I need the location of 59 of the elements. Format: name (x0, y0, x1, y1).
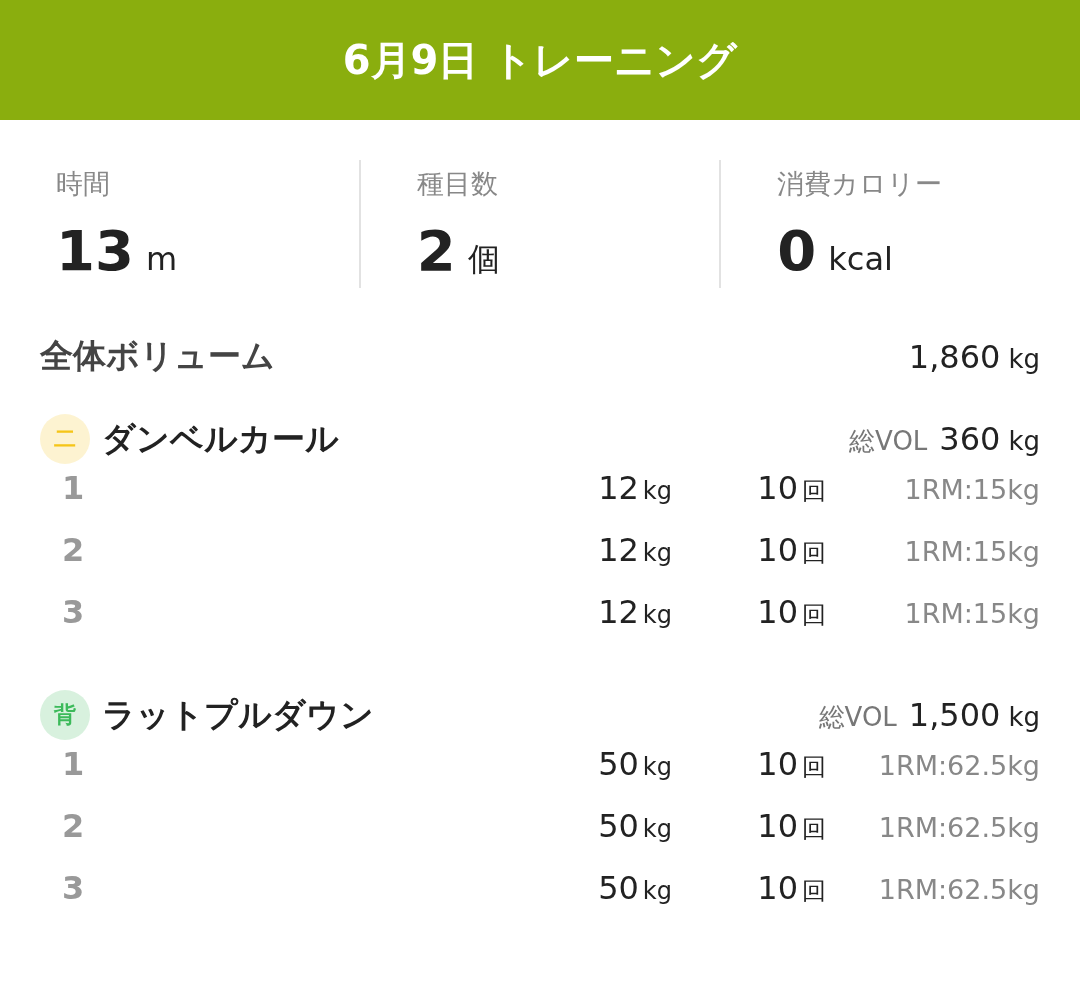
set-number: 1 (62, 469, 86, 507)
reps-value: 10 (757, 745, 798, 783)
stat-value: 2 (416, 218, 456, 283)
reps-value: 10 (757, 593, 798, 631)
weight-unit: kg (642, 877, 672, 905)
reps-unit: 回 (802, 876, 826, 907)
weight-value: 12 (598, 469, 639, 507)
weight-unit: kg (642, 753, 672, 781)
stat-unit: m (145, 240, 178, 278)
volume-unit: kg (1008, 701, 1040, 732)
weight-unit: kg (642, 815, 672, 843)
reps-unit: 回 (802, 538, 826, 569)
stat-label: 時間 (56, 167, 111, 201)
page-title: 6月9日 トレーニング (342, 35, 738, 85)
muscle-badge: 背 (40, 690, 90, 740)
stat-value: 0 (777, 218, 817, 283)
stat-unit: 個 (467, 239, 500, 280)
set-number: 3 (62, 593, 86, 631)
weight-unit: kg (642, 601, 672, 629)
weight-value: 12 (598, 593, 639, 631)
stat-label: 種目数 (416, 167, 499, 201)
reps-value: 10 (757, 807, 798, 845)
weight-value: 50 (598, 745, 639, 783)
weight-value: 50 (598, 869, 639, 907)
one-rep-max: 1RM:15kg (904, 536, 1040, 567)
set-number: 2 (62, 807, 86, 845)
stat-value: 13 (56, 218, 134, 283)
reps-unit: 回 (802, 752, 826, 783)
reps-unit: 回 (802, 814, 826, 845)
one-rep-max: 1RM:15kg (904, 474, 1040, 505)
volume-unit: kg (1008, 425, 1040, 456)
volume-label: 総VOL (849, 424, 928, 458)
weight-value: 50 (598, 807, 639, 845)
total-volume-unit: kg (1008, 343, 1040, 374)
one-rep-max: 1RM:62.5kg (878, 750, 1040, 781)
weight-unit: kg (642, 539, 672, 567)
volume-label: 総VOL (818, 700, 897, 734)
exercise-name: ラットプルダウン (102, 693, 374, 736)
volume-value: 1,500 (908, 695, 1001, 734)
reps-value: 10 (757, 531, 798, 569)
set-number: 2 (62, 531, 86, 569)
total-volume-label: 全体ボリューム (40, 335, 275, 377)
stat-label: 消費カロリー (777, 167, 944, 201)
total-volume-value: 1,860 (908, 337, 1001, 376)
set-number: 1 (62, 745, 86, 783)
reps-unit: 回 (802, 476, 826, 507)
one-rep-max: 1RM:15kg (904, 598, 1040, 629)
one-rep-max: 1RM:62.5kg (878, 812, 1040, 843)
muscle-badge: 二 (40, 414, 90, 464)
volume-value: 360 (939, 419, 1001, 458)
exercise-name: ダンベルカール (102, 417, 339, 460)
weight-unit: kg (642, 477, 672, 505)
set-number: 3 (62, 869, 86, 907)
weight-value: 12 (598, 531, 639, 569)
reps-unit: 回 (802, 600, 826, 631)
stat-unit: kcal (828, 240, 893, 278)
one-rep-max: 1RM:62.5kg (878, 874, 1040, 905)
reps-value: 10 (757, 469, 798, 507)
reps-value: 10 (757, 869, 798, 907)
